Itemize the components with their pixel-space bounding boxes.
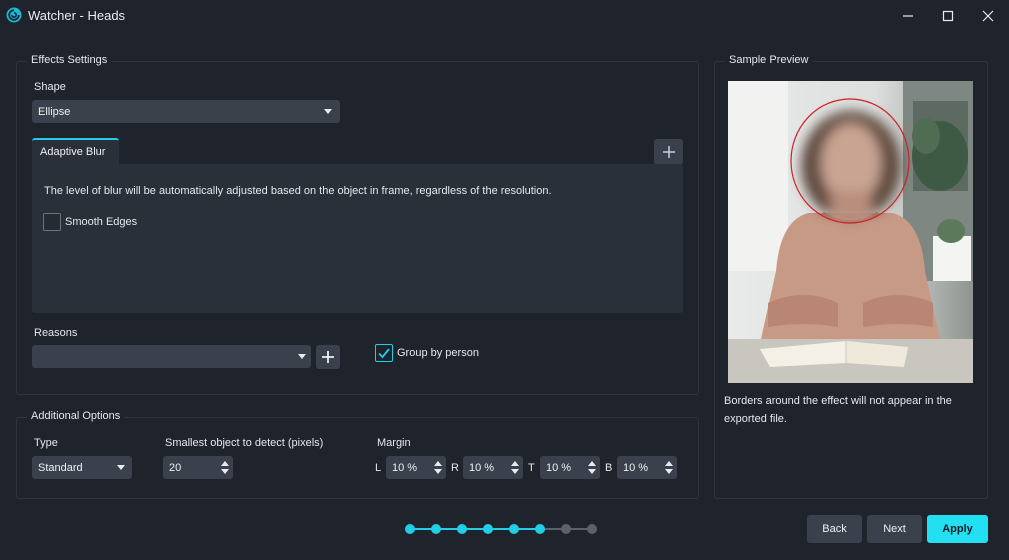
arrow-up-icon	[511, 461, 519, 466]
smallest-object-spinbox[interactable]: 20	[163, 456, 233, 479]
reasons-dropdown[interactable]	[32, 345, 311, 368]
step-line-done	[410, 528, 540, 530]
apply-button[interactable]: Apply	[927, 515, 988, 543]
maximize-icon	[942, 10, 954, 22]
chevron-down-icon	[298, 354, 306, 359]
next-button[interactable]: Next	[867, 515, 922, 543]
preview-note: Borders around the effect will not appea…	[724, 395, 952, 425]
group-by-person-label: Group by person	[397, 347, 479, 359]
plus-icon	[662, 146, 675, 158]
arrow-up-icon	[665, 461, 673, 466]
type-value: Standard	[38, 461, 83, 474]
margin-top-spinbox[interactable]: 10 %	[540, 456, 600, 479]
type-dropdown[interactable]: Standard	[32, 456, 132, 479]
group-by-person-checkbox[interactable]	[375, 344, 393, 362]
arrow-down-icon	[434, 469, 442, 474]
step-dot	[431, 524, 441, 534]
app-logo-icon	[6, 7, 22, 23]
additional-options-legend: Additional Options	[27, 410, 125, 422]
reasons-label: Reasons	[34, 327, 78, 339]
step-dot	[483, 524, 493, 534]
margin-left-value: 10 %	[392, 461, 418, 474]
smooth-edges-checkbox[interactable]	[43, 213, 61, 231]
sample-preview-legend: Sample Preview	[725, 54, 813, 66]
margin-left-key: L	[375, 462, 382, 474]
margin-right-key: R	[451, 462, 459, 474]
margin-top-key: T	[528, 462, 535, 474]
margin-top-value: 10 %	[546, 461, 572, 474]
step-dot-current	[535, 524, 545, 534]
step-dot	[561, 524, 571, 534]
tab-adaptive-blur-label: Adaptive Blur	[40, 146, 106, 158]
checkmark-icon	[378, 348, 390, 359]
close-icon	[982, 10, 994, 22]
plus-icon	[322, 351, 334, 363]
back-button[interactable]: Back	[807, 515, 862, 543]
shape-label: Shape	[34, 81, 66, 93]
margin-right-spinbox[interactable]: 10 %	[463, 456, 523, 479]
chevron-down-icon	[324, 109, 332, 114]
spin-arrows[interactable]	[430, 456, 446, 479]
arrow-down-icon	[665, 469, 673, 474]
chevron-down-icon	[117, 465, 125, 470]
close-button[interactable]	[968, 2, 1008, 30]
margin-right-value: 10 %	[469, 461, 495, 474]
minimize-button[interactable]	[888, 2, 928, 30]
maximize-button[interactable]	[928, 2, 968, 30]
arrow-down-icon	[511, 469, 519, 474]
arrow-up-icon	[588, 461, 596, 466]
add-reason-button[interactable]	[316, 345, 340, 369]
window-title: Watcher - Heads	[28, 8, 126, 23]
step-dot	[405, 524, 415, 534]
arrow-down-icon	[221, 469, 229, 474]
margin-label: Margin	[377, 437, 411, 449]
tab-adaptive-blur[interactable]: Adaptive Blur	[32, 138, 119, 164]
step-progress	[405, 523, 600, 535]
spin-arrows[interactable]	[584, 456, 600, 479]
spin-arrows[interactable]	[661, 456, 677, 479]
arrow-up-icon	[434, 461, 442, 466]
smooth-edges-label: Smooth Edges	[65, 216, 138, 228]
blur-description: The level of blur will be automatically …	[44, 185, 552, 197]
add-effect-button[interactable]	[654, 139, 683, 165]
margin-bottom-value: 10 %	[623, 461, 649, 474]
minimize-icon	[903, 15, 913, 17]
spin-arrows[interactable]	[507, 456, 523, 479]
margin-left-spinbox[interactable]: 10 %	[386, 456, 446, 479]
spin-arrows[interactable]	[217, 456, 233, 479]
smallest-object-label: Smallest object to detect (pixels)	[165, 437, 324, 449]
smallest-object-value: 20	[169, 461, 182, 474]
margin-bottom-spinbox[interactable]: 10 %	[617, 456, 677, 479]
title-bar: Watcher - Heads	[0, 0, 1009, 32]
step-dot	[509, 524, 519, 534]
arrow-up-icon	[221, 461, 229, 466]
type-label: Type	[34, 437, 58, 449]
margin-bottom-key: B	[605, 462, 613, 474]
effects-settings-legend: Effects Settings	[27, 54, 112, 66]
step-dot	[457, 524, 467, 534]
arrow-down-icon	[588, 469, 596, 474]
step-dot	[587, 524, 597, 534]
sample-preview-image	[728, 81, 973, 383]
shape-dropdown[interactable]: Ellipse	[32, 100, 340, 123]
shape-value: Ellipse	[38, 105, 71, 118]
